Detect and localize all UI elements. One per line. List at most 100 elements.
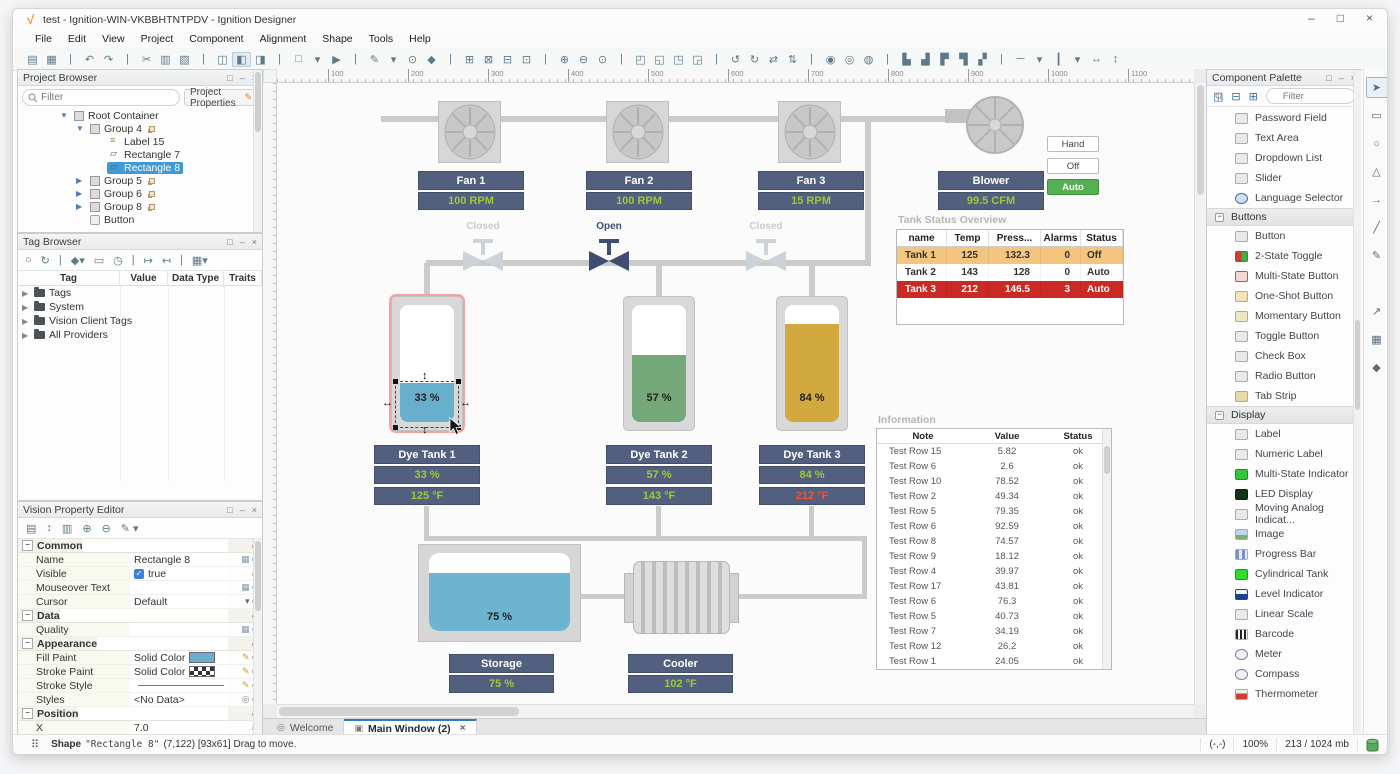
- toolbar-button[interactable]: ◰: [631, 53, 650, 66]
- palette-item[interactable]: LED Display: [1207, 484, 1353, 504]
- palette-item[interactable]: Numeric Label: [1207, 444, 1353, 464]
- toolbar-button[interactable]: ◨: [251, 53, 270, 66]
- storage-tank-graphic[interactable]: 75 %: [418, 544, 581, 642]
- tag-toolbar-button[interactable]: ▦▾: [192, 254, 208, 267]
- status-zoom-level[interactable]: 100%: [1233, 738, 1276, 752]
- shape-tool-button[interactable]: ✎: [1366, 245, 1388, 266]
- pipe-bottom-run[interactable]: [424, 536, 867, 541]
- property-value[interactable]: Default: [134, 596, 167, 608]
- tag-toolbar-button[interactable]: ◷: [113, 254, 123, 267]
- hand-button[interactable]: Hand: [1047, 136, 1099, 152]
- minimize-icon[interactable]: –: [1339, 73, 1344, 83]
- project-tree-row[interactable]: ▶ Group 6: [18, 187, 262, 200]
- project-tree-row[interactable]: Label 15: [18, 135, 262, 148]
- toolbar-button[interactable]: ⊙: [403, 53, 422, 66]
- property-value[interactable]: <No Data>: [134, 694, 185, 706]
- toolbar-button[interactable]: |: [536, 53, 555, 65]
- toolbar-button[interactable]: ↶: [80, 53, 99, 66]
- menu-item[interactable]: Project: [133, 31, 182, 48]
- property-row[interactable]: Cursor ✓ Default: [18, 595, 262, 609]
- toolbar-button[interactable]: ✎: [365, 53, 384, 66]
- valve-1-state-label[interactable]: Closed: [448, 221, 518, 232]
- toolbar-button[interactable]: ◱: [650, 53, 669, 66]
- palette-item[interactable]: Compass: [1207, 664, 1353, 684]
- pipe-riser-cooler[interactable]: [862, 536, 867, 598]
- information-row[interactable]: Test Row 6 76.3 ok: [877, 594, 1111, 609]
- float-icon[interactable]: □: [1326, 73, 1331, 83]
- property-row[interactable]: X ✓ 7.0: [18, 721, 262, 735]
- dye-tank-2-nameplate[interactable]: Dye Tank 2: [606, 445, 712, 464]
- dye-tank-3-fill[interactable]: [785, 324, 839, 422]
- dye-tank-3-graphic[interactable]: 84 %: [776, 296, 848, 431]
- tree-expand-icon[interactable]: ▼: [76, 124, 87, 133]
- dye-tank-1-temp[interactable]: 125 °F: [374, 487, 480, 505]
- cooler-value[interactable]: 102 °F: [628, 675, 733, 693]
- minimize-icon[interactable]: –: [240, 505, 245, 515]
- menu-item[interactable]: Component: [181, 31, 251, 48]
- shape-tool-button[interactable]: ○: [1366, 133, 1388, 154]
- float-icon[interactable]: □: [227, 505, 232, 515]
- column-header[interactable]: Data Type: [168, 271, 224, 285]
- toolbar-button[interactable]: ⊙: [593, 53, 612, 66]
- shape-tool-button[interactable]: ↗: [1366, 301, 1388, 322]
- toolbar-button[interactable]: |: [992, 53, 1011, 65]
- dye-tank-2-fill[interactable]: [632, 355, 686, 422]
- toolbar-button[interactable]: |: [707, 53, 726, 65]
- toolbar-button[interactable]: |: [118, 53, 137, 65]
- close-tab-icon[interactable]: ×: [460, 723, 466, 734]
- status-memory[interactable]: 213 / 1024 mb: [1276, 738, 1357, 752]
- tree-expand-icon[interactable]: ▶: [76, 189, 87, 198]
- valve-3-graphic[interactable]: [744, 239, 788, 278]
- toolbar-button[interactable]: |: [346, 53, 365, 65]
- information-row[interactable]: Test Row 15 5.82 ok: [877, 444, 1111, 459]
- toolbar-button[interactable]: ▶: [327, 53, 346, 66]
- information-row[interactable]: Test Row 2 49.34 ok: [877, 489, 1111, 504]
- project-filter-input[interactable]: [22, 89, 180, 106]
- toolbar-button[interactable]: ▙: [897, 53, 916, 66]
- checkbox-icon[interactable]: ✓: [134, 569, 144, 579]
- palette-item[interactable]: Check Box: [1207, 346, 1353, 366]
- tree-expand-icon[interactable]: ▶: [22, 317, 30, 326]
- close-button[interactable]: ×: [1366, 11, 1373, 25]
- toolbar-button[interactable]: ▾: [308, 53, 327, 66]
- tag-toolbar-button[interactable]: ↻: [41, 254, 50, 267]
- palette-item[interactable]: Slider: [1207, 168, 1353, 188]
- pipe-drop-tank2[interactable]: [656, 263, 662, 297]
- palette-item[interactable]: Cylindrical Tank: [1207, 564, 1353, 584]
- palette-item[interactable]: Linear Scale: [1207, 604, 1353, 624]
- column-header[interactable]: Traits: [224, 271, 262, 285]
- design-surface[interactable]: Fan 1 100 RPM Fan 2 100 RPM Fan 3 15 RPM…: [277, 83, 1194, 704]
- toolbar-button[interactable]: |: [878, 53, 897, 65]
- tree-expand-icon[interactable]: ▶: [76, 176, 87, 185]
- toolbar-button[interactable]: |: [270, 53, 289, 65]
- color-swatch[interactable]: [189, 666, 215, 677]
- toolbar-button[interactable]: ⊟: [498, 53, 517, 66]
- toolbar-button[interactable]: ⇅: [783, 53, 802, 66]
- minimize-icon[interactable]: –: [240, 237, 245, 247]
- tag-toolbar-button[interactable]: |: [180, 254, 183, 266]
- project-tree-row[interactable]: ▶ Group 5: [18, 174, 262, 187]
- float-icon[interactable]: □: [227, 73, 232, 83]
- dye-tank-2-temp[interactable]: 143 °F: [606, 487, 712, 505]
- palette-item[interactable]: Multi-State Indicator: [1207, 464, 1353, 484]
- pipe-out-tank1[interactable]: [424, 506, 429, 539]
- toolbar-button[interactable]: ⊞: [460, 53, 479, 66]
- toolbar-button[interactable]: |: [194, 53, 213, 65]
- information-row[interactable]: Test Row 5 79.35 ok: [877, 504, 1111, 519]
- toolbar-button[interactable]: ▾: [384, 53, 403, 66]
- toolbar-button[interactable]: |: [612, 53, 631, 65]
- toolbar-button[interactable]: ◫: [213, 53, 232, 66]
- property-toolbar-button[interactable]: ⊕: [82, 522, 91, 535]
- tag-tree-row[interactable]: ▶ Tags: [18, 286, 262, 300]
- toolbar-button[interactable]: ◎: [840, 53, 859, 66]
- tag-tree-row[interactable]: ▶ Vision Client Tags: [18, 314, 262, 328]
- tag-tree-row[interactable]: ▶ All Providers: [18, 328, 262, 342]
- expand-all-icon[interactable]: ⊞: [1249, 90, 1258, 103]
- palette-scrollbar[interactable]: [1353, 70, 1361, 735]
- information-scrollbar[interactable]: [1102, 429, 1111, 669]
- toolbar-button[interactable]: ⊠: [479, 53, 498, 66]
- palette-item[interactable]: Password Field: [1207, 108, 1353, 128]
- tag-toolbar-button[interactable]: |: [59, 254, 62, 266]
- shape-tool-button[interactable]: ◆: [1366, 357, 1388, 378]
- color-swatch[interactable]: [189, 652, 215, 663]
